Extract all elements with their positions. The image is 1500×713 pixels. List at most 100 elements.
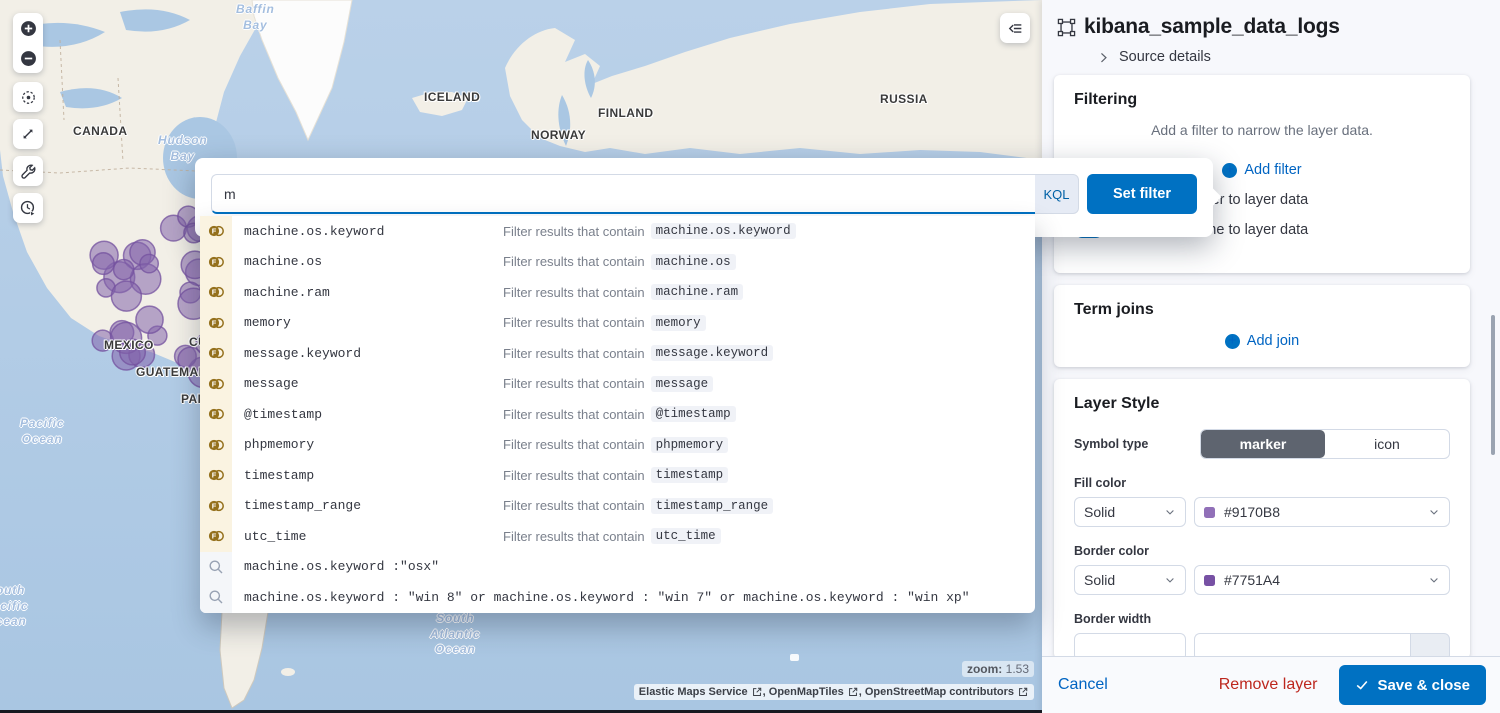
chevron-down-icon [1164, 506, 1176, 518]
set-filter-button[interactable]: Set filter [1087, 174, 1197, 214]
suggestion-description-prefix: Filter results that contain [503, 254, 645, 269]
chevron-down-icon [1428, 574, 1440, 586]
border-color-picker[interactable]: #7751A4 [1194, 565, 1450, 595]
suggestion-field-name: @timestamp [244, 407, 503, 422]
vector-layer-icon [1057, 18, 1076, 37]
suggestion-description: Filter results that contain machine.os.k… [503, 223, 796, 239]
svg-text:F: F [212, 501, 217, 510]
set-view-button[interactable] [13, 82, 43, 112]
suggestion-row-3[interactable]: F memory Filter results that contain mem… [200, 308, 1035, 339]
kql-language-button[interactable]: KQL [1035, 174, 1079, 214]
layer-title: kibana_sample_data_logs [1084, 15, 1340, 39]
map-label-south-pacific: SouthPacificOcean [0, 583, 28, 630]
field-icon: F [208, 376, 224, 392]
zoom-in-button[interactable] [13, 13, 43, 43]
attribution-link-1[interactable]: OpenMapTiles [769, 686, 844, 698]
source-details-accordion[interactable]: Source details [1097, 49, 1484, 65]
external-link-icon [1018, 687, 1028, 697]
suggestion-row-2[interactable]: F machine.ram Filter results that contai… [200, 277, 1035, 308]
suggestion-description-prefix: Filter results that contain [503, 285, 645, 300]
layer-style-card: Layer Style Symbol type marker icon Fill… [1054, 379, 1470, 659]
suggestion-field-name: machine.os.keyword [244, 224, 503, 239]
map-label-baffin-bay: BaffinBay [236, 2, 275, 33]
map-label-mexico: MEXICO [104, 338, 154, 352]
suggestion-field-name: phpmemory [244, 437, 503, 452]
svg-text:F: F [212, 349, 217, 358]
suggestion-row-10[interactable]: F utc_time Filter results that contain u… [200, 521, 1035, 552]
draw-tools-button[interactable] [13, 156, 43, 186]
remove-layer-button[interactable]: Remove layer [1219, 676, 1318, 694]
suggestion-description-prefix: Filter results that contain [503, 224, 645, 239]
attribution-link-0[interactable]: Elastic Maps Service [639, 686, 748, 698]
suggestion-row-0[interactable]: F machine.os.keyword Filter results that… [200, 216, 1035, 247]
suggestion-description-code: machine.ram [651, 284, 744, 300]
map-label-iceland: ICELAND [424, 90, 480, 104]
term-joins-heading: Term joins [1074, 301, 1450, 319]
fill-color-label: Fill color [1074, 476, 1450, 490]
add-join-button[interactable]: + Add join [1074, 333, 1450, 349]
suggestion-row-1[interactable]: F machine.os Filter results that contain… [200, 247, 1035, 278]
wrench-icon [20, 163, 37, 180]
suggestion-row-9[interactable]: F timestamp_range Filter results that co… [200, 491, 1035, 522]
plus-circle-icon: + [1222, 163, 1237, 178]
suggestion-description: Filter results that contain @timestamp [503, 406, 736, 422]
suggestion-description-code: message.keyword [651, 345, 774, 361]
cancel-button[interactable]: Cancel [1058, 676, 1108, 694]
save-close-label: Save & close [1377, 677, 1470, 694]
filtering-heading: Filtering [1074, 91, 1450, 109]
query-input[interactable] [211, 174, 1035, 214]
kql-suggestions-list: F machine.os.keyword Filter results that… [200, 216, 1035, 613]
suggestion-row-12[interactable]: machine.os.keyword : "win 8" or machine.… [200, 582, 1035, 613]
suggestion-description: Filter results that contain machine.os [503, 254, 736, 270]
check-icon [1355, 678, 1369, 692]
field-icon: F [208, 345, 224, 361]
fill-color-picker[interactable]: #9170B8 [1194, 497, 1450, 527]
suggestion-description-prefix: Filter results that contain [503, 407, 645, 422]
suggestion-field-name: memory [244, 315, 503, 330]
suggestion-description: Filter results that contain phpmemory [503, 437, 728, 453]
symbol-type-option-icon[interactable]: icon [1325, 430, 1449, 458]
suggestion-row-5[interactable]: F message Filter results that contain me… [200, 369, 1035, 400]
clock-play-icon [19, 199, 37, 217]
suggestion-description: Filter results that contain utc_time [503, 528, 721, 544]
zoom-out-button[interactable] [13, 43, 43, 73]
border-color-mode-select[interactable]: Solid [1074, 565, 1186, 595]
suggestion-query-text: machine.os.keyword : "win 8" or machine.… [244, 590, 970, 605]
suggestion-row-4[interactable]: F message.keyword Filter results that co… [200, 338, 1035, 369]
save-close-button[interactable]: Save & close [1339, 665, 1486, 705]
crosshair-icon [20, 89, 37, 106]
timeslider-button[interactable] [13, 193, 43, 223]
suggestion-field-name: machine.os [244, 254, 503, 269]
border-color-swatch [1204, 575, 1215, 586]
border-color-value: #7751A4 [1224, 572, 1428, 588]
zoom-readout-label: zoom: [967, 662, 1002, 676]
suggestion-row-11[interactable]: machine.os.keyword :"osx" [200, 552, 1035, 583]
suggestion-field-name: utc_time [244, 529, 503, 544]
suggestion-description-prefix: Filter results that contain [503, 468, 645, 483]
chevron-right-icon [1097, 51, 1110, 64]
symbol-type-option-marker[interactable]: marker [1201, 430, 1325, 458]
fit-to-bounds-button[interactable] [13, 119, 43, 149]
attribution-link-2[interactable]: OpenStreetMap contributors [865, 686, 1014, 698]
flyout-scrollbar-thumb[interactable] [1491, 315, 1495, 455]
collapse-legend-button[interactable] [1000, 13, 1030, 43]
query-bar: KQL [211, 174, 1079, 214]
suggestion-field-name: timestamp [244, 468, 503, 483]
fill-color-mode-value: Solid [1084, 504, 1164, 520]
fill-color-mode-select[interactable]: Solid [1074, 497, 1186, 527]
suggestion-description: Filter results that contain message [503, 376, 713, 392]
suggestion-description-prefix: Filter results that contain [503, 346, 645, 361]
suggestion-row-6[interactable]: F @timestamp Filter results that contain… [200, 399, 1035, 430]
flyout-header: kibana_sample_data_logs Source details [1042, 0, 1500, 75]
suggestion-description-code: phpmemory [651, 437, 729, 453]
suggestion-row-7[interactable]: F phpmemory Filter results that contain … [200, 430, 1035, 461]
suggestion-description-code: machine.os [651, 254, 736, 270]
field-icon: F [208, 254, 224, 270]
suggestion-query-text: machine.os.keyword :"osx" [244, 559, 439, 574]
map-marker-artifact [790, 654, 799, 661]
border-width-label: Border width [1074, 612, 1450, 626]
suggestion-field-name: machine.ram [244, 285, 503, 300]
suggestion-row-8[interactable]: F timestamp Filter results that contain … [200, 460, 1035, 491]
suggestion-description-code: message [651, 376, 714, 392]
zoom-readout-value: 1.53 [1006, 662, 1029, 676]
